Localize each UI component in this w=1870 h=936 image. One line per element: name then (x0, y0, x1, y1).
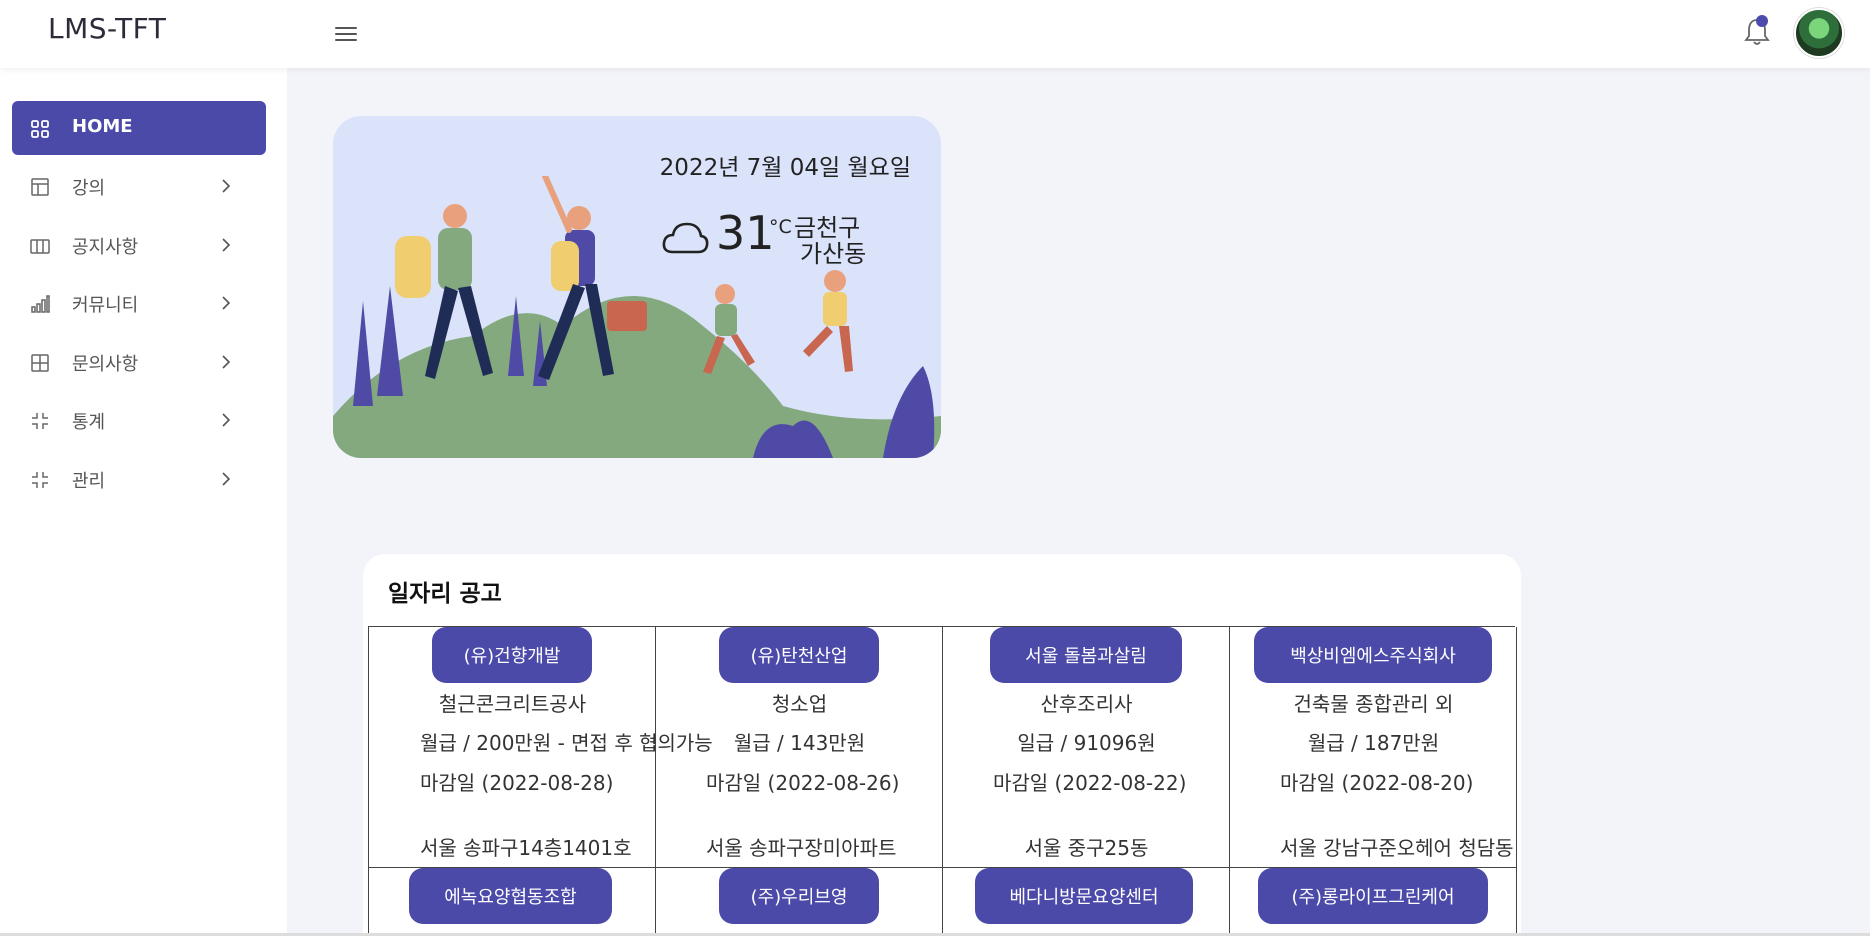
job-card[interactable]: 에녹요양협동조합 (369, 868, 656, 936)
top-bar: LMS-TFT (0, 0, 1870, 68)
sidebar-item-inquiry[interactable]: 문의사항 (12, 335, 266, 389)
job-address: 서울 강남구준오헤어 청담동 (1280, 836, 1514, 860)
sidebar-item-label: 강의 (72, 178, 106, 199)
job-card[interactable]: 서울 돌봄과살림 산후조리사 일급 / 91096원 마감일 (2022-08-… (943, 627, 1230, 868)
job-postings-title: 일자리 공고 (388, 581, 502, 607)
job-pay: 월급 / 187만원 (1307, 731, 1440, 755)
chevron-right-icon (222, 355, 231, 369)
job-postings-card: 일자리 공고 (유)건향개발 철근콘크리트공사 월급 / 200만원 - 면접 … (363, 554, 1521, 936)
sidebar-item-label: 통계 (72, 412, 106, 433)
grid-icon (31, 120, 49, 138)
temperature-value: 31 (716, 206, 775, 260)
notification-bell-icon[interactable] (1742, 14, 1772, 48)
collapse-icon (32, 472, 48, 488)
cloud-icon (662, 222, 709, 254)
sidebar-item-notice[interactable]: 공지사항 (12, 218, 266, 272)
job-address: 서울 송파구장미아파트 (706, 836, 897, 860)
job-card[interactable]: (유)건향개발 철근콘크리트공사 월급 / 200만원 - 면접 후 협의가능 … (369, 627, 713, 868)
sidebar-item-community[interactable]: 커뮤니티 (12, 276, 266, 330)
chevron-right-icon (222, 413, 231, 427)
sidebar: HOME 강의 공지사항 커뮤니티 문의사항 통계 관리 (0, 68, 287, 936)
job-type: 건축물 종합관리 외 (1293, 692, 1454, 716)
user-avatar[interactable] (1794, 8, 1844, 58)
job-card[interactable]: 백상비엠에스주식회사 건축물 종합관리 외 월급 / 187만원 마감일 (20… (1230, 627, 1517, 868)
job-type: 청소업 (771, 692, 828, 716)
company-button[interactable]: (유)탄천산업 (719, 627, 879, 683)
chevron-right-icon (222, 472, 231, 486)
job-deadline: 마감일 (2022-08-28) (420, 771, 614, 795)
sidebar-item-label: 공지사항 (72, 237, 139, 258)
job-deadline: 마감일 (2022-08-20) (1280, 771, 1474, 795)
sidebar-item-lecture[interactable]: 강의 (12, 159, 266, 213)
notification-dot (1756, 15, 1768, 27)
job-postings-grid: (유)건향개발 철근콘크리트공사 월급 / 200만원 - 면접 후 협의가능 … (368, 626, 1517, 936)
company-button[interactable]: 서울 돌봄과살림 (990, 627, 1182, 683)
chevron-right-icon (222, 179, 231, 193)
company-button[interactable]: 백상비엠에스주식회사 (1254, 627, 1492, 683)
job-type: 산후조리사 (1040, 692, 1133, 716)
job-type: 철근콘크리트공사 (438, 692, 587, 716)
sidebar-item-label: 문의사항 (72, 354, 139, 375)
sidebar-item-statistics[interactable]: 통계 (12, 393, 266, 447)
chevron-right-icon (222, 296, 231, 310)
sidebar-item-label: HOME (72, 116, 133, 137)
company-button[interactable]: (주)우리브영 (719, 868, 879, 924)
job-address: 서울 송파구14층1401호 (420, 836, 632, 860)
job-pay: 월급 / 143만원 (733, 731, 866, 755)
job-card[interactable]: 베다니방문요양센터 (943, 868, 1230, 936)
company-button[interactable]: (주)롱라이프그린케어 (1258, 868, 1488, 924)
sidebar-item-admin[interactable]: 관리 (12, 452, 266, 506)
sidebar-item-home[interactable]: HOME (12, 101, 266, 155)
company-button[interactable]: (유)건향개발 (432, 627, 592, 683)
location-dong: 가산동 (800, 240, 867, 268)
weather-card: 2022년 7월 04일 월요일 31 °C 금천구 가산동 (333, 116, 941, 458)
job-card[interactable]: (주)우리브영 (656, 868, 943, 936)
temperature-unit: °C (769, 216, 792, 238)
job-deadline: 마감일 (2022-08-26) (706, 771, 900, 795)
brand-logo[interactable]: LMS-TFT (48, 12, 166, 45)
sidebar-item-label: 커뮤니티 (72, 295, 139, 316)
collapse-icon (32, 413, 48, 429)
company-button[interactable]: 에녹요양협동조합 (409, 868, 612, 924)
job-card[interactable]: (유)탄천산업 청소업 월급 / 143만원 마감일 (2022-08-26) … (656, 627, 943, 868)
job-address: 서울 중구25동 (1024, 836, 1149, 860)
company-button[interactable]: 베다니방문요양센터 (975, 868, 1193, 924)
columns-icon (30, 239, 50, 254)
table-icon (31, 354, 49, 372)
layout-icon (31, 178, 49, 196)
sidebar-item-label: 관리 (72, 471, 106, 492)
chevron-right-icon (222, 238, 231, 252)
menu-toggle-icon[interactable] (335, 24, 357, 42)
job-card[interactable]: (주)롱라이프그린케어 (1230, 868, 1517, 936)
bar-chart-icon (31, 295, 50, 313)
job-pay: 일급 / 91096원 (1017, 731, 1156, 755)
weather-date: 2022년 7월 04일 월요일 (659, 155, 911, 181)
job-deadline: 마감일 (2022-08-22) (993, 771, 1187, 795)
